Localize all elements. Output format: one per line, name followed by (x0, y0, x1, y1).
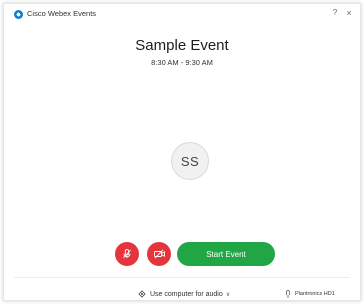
camera-off-icon (153, 248, 166, 260)
headset-icon (285, 289, 291, 299)
audio-device-label: Plantronics HD1 (295, 291, 335, 297)
microphone-muted-icon (121, 248, 133, 260)
audio-selector[interactable]: Use computer for audio ∨ (137, 288, 230, 300)
audio-selector-label: Use computer for audio (150, 290, 223, 298)
mute-button[interactable] (115, 242, 139, 266)
webex-logo-icon (14, 10, 23, 19)
close-icon[interactable]: × (344, 8, 354, 18)
audio-connection-icon (137, 289, 147, 299)
app-title: Cisco Webex Events (27, 9, 97, 18)
video-button[interactable] (147, 242, 171, 266)
avatar: SS (171, 142, 209, 180)
start-event-button[interactable]: Start Event (177, 242, 275, 266)
avatar-initials: SS (180, 153, 200, 169)
event-title: Sample Event (135, 37, 229, 54)
help-icon[interactable]: ? (330, 8, 340, 18)
title-bar: Cisco Webex Events ? × (4, 4, 360, 26)
webex-window: Cisco Webex Events ? × Sample Event 8:30… (3, 3, 361, 301)
audio-device-selector[interactable]: Plantronics HD1 (285, 288, 335, 300)
chevron-down-icon: ∨ (225, 291, 231, 298)
event-time: 8:30 AM - 9:30 AM (151, 58, 213, 67)
footer-divider (14, 277, 350, 278)
